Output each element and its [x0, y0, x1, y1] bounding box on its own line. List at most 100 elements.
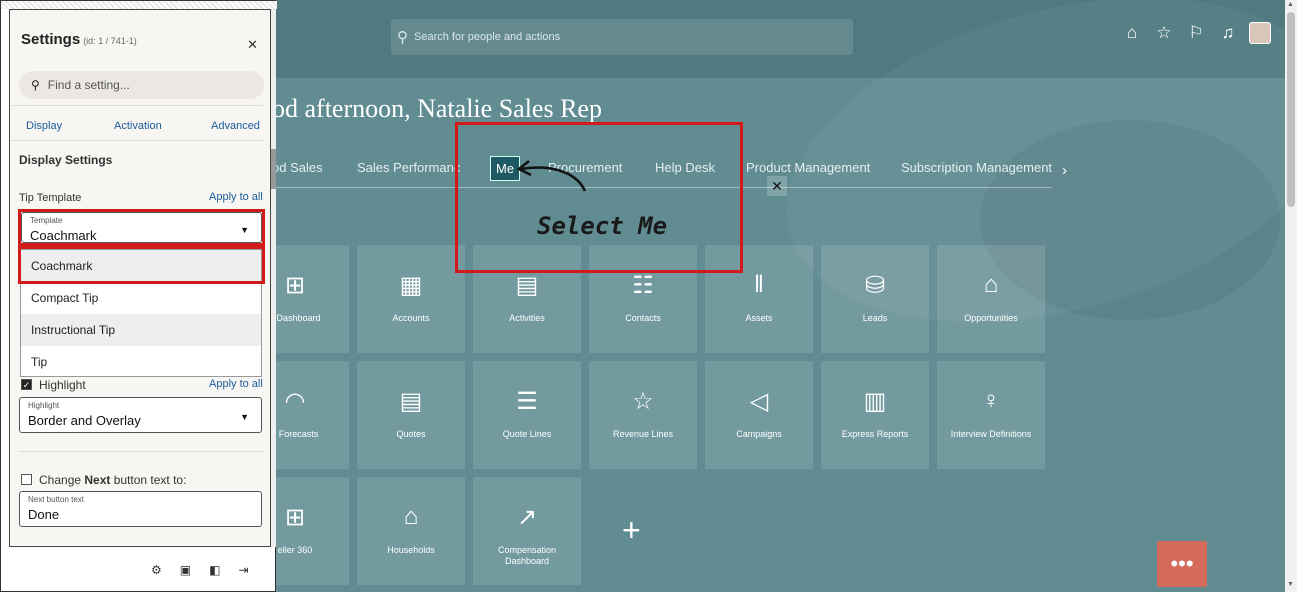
- highlight-value: Border and Overlay: [28, 413, 141, 428]
- option-instructional-tip[interactable]: Instructional Tip: [21, 314, 261, 346]
- search-icon: ⚲: [397, 29, 408, 46]
- tile-label: Quote Lines: [502, 429, 552, 439]
- home-icon[interactable]: ⌂: [1121, 23, 1143, 43]
- tile-label: Assets: [745, 313, 773, 323]
- coachmark-highlight-box: [455, 122, 743, 273]
- change-next-checkbox[interactable]: [21, 474, 32, 485]
- global-search-input[interactable]: ⚲ Search for people and actions: [391, 19, 853, 55]
- reports-icon: ▥: [863, 388, 887, 415]
- highlight-checkbox[interactable]: ✓: [21, 379, 32, 390]
- apply-to-all-link[interactable]: Apply to all: [209, 191, 263, 203]
- chat-icon[interactable]: •••: [1157, 541, 1207, 587]
- highlight-select[interactable]: Highlight Border and Overlay ▼: [19, 397, 262, 433]
- settings-title: Settings (id: 1 / 741-1): [21, 31, 137, 48]
- tile-label: Activities: [509, 313, 545, 323]
- divider: [19, 451, 264, 452]
- tab-display[interactable]: Display: [26, 120, 62, 132]
- tab-activation[interactable]: Activation: [114, 120, 162, 132]
- tile-leads[interactable]: ⛁ Leads: [821, 245, 929, 353]
- notifications-bell-icon[interactable]: ♫: [1217, 23, 1239, 43]
- tile-opportunities[interactable]: ⌂ Opportunities: [937, 245, 1045, 353]
- settings-title-text: Settings: [21, 31, 81, 48]
- lightbulb-icon: ♀: [982, 387, 1000, 414]
- leads-icon: ⛁: [864, 272, 886, 299]
- settings-tabs: Display Activation Advanced: [11, 105, 263, 141]
- settings-scroll-thumb[interactable]: [271, 149, 276, 189]
- tip-template-label: Tip Template: [19, 192, 82, 204]
- tab-product-management[interactable]: Product Management: [746, 160, 870, 175]
- house-icon: ⌂: [403, 503, 419, 530]
- change-next-bold: Next: [84, 473, 111, 487]
- scroll-down-arrow[interactable]: ▼: [1287, 581, 1294, 588]
- tile-label: Compensation Dashboard: [497, 545, 557, 566]
- option-compact-tip[interactable]: Compact Tip: [21, 282, 261, 314]
- change-next-prefix: Change: [39, 473, 85, 487]
- search-icon: ⚲: [31, 78, 40, 92]
- next-button-text-input[interactable]: Next button text Done: [19, 491, 262, 527]
- tile-label: Express Reports: [841, 429, 909, 439]
- chevron-right-icon[interactable]: ›: [1062, 162, 1067, 179]
- preview-icon[interactable]: ▣: [180, 563, 191, 577]
- tile-label: Households: [387, 545, 435, 555]
- flag-icon[interactable]: ⚐: [1185, 23, 1207, 43]
- megaphone-icon: ◁: [749, 388, 769, 415]
- settings-panel-frame: Settings (id: 1 / 741-1) ✕ ⚲ Find a setti…: [0, 0, 277, 592]
- apply-to-all-link[interactable]: Apply to all: [209, 378, 263, 390]
- tile-label: Opportunities: [964, 313, 1018, 323]
- panel-drag-handle[interactable]: [1, 1, 277, 9]
- tab-advanced[interactable]: Advanced: [211, 120, 260, 132]
- revenue-lines-icon: ☆: [632, 388, 654, 415]
- settings-id: (id: 1 / 741-1): [83, 36, 137, 46]
- tab-sales[interactable]: od Sales: [272, 160, 323, 175]
- tile-lightbulb[interactable]: ♀ Interview Definitions: [937, 361, 1045, 469]
- quote-lines-icon: ☰: [516, 388, 538, 415]
- tab-sales-performance[interactable]: Sales Performanc: [357, 160, 460, 175]
- compensation-icon: ↗: [516, 504, 538, 531]
- contacts-icon: ☷: [632, 272, 654, 299]
- settings-gear-icon[interactable]: ⚙: [151, 563, 162, 577]
- activities-icon: ▤: [515, 272, 539, 299]
- coachmark-close-icon[interactable]: ✕: [767, 176, 787, 196]
- user-avatar[interactable]: [1249, 22, 1271, 44]
- highlight-field-label: Highlight: [28, 401, 60, 410]
- caret-down-icon: ▼: [240, 225, 249, 235]
- quotes-icon: ▤: [399, 388, 423, 415]
- tile-reports[interactable]: ▥ Express Reports: [821, 361, 929, 469]
- next-value: Done: [28, 507, 60, 522]
- caret-down-icon: ▼: [240, 412, 249, 422]
- top-icons: ⌂ ☆ ⚐ ♫: [1121, 22, 1271, 44]
- change-next-suffix: button text to:: [110, 473, 187, 487]
- change-next-label: Change Next button text to:: [39, 473, 186, 487]
- tile-house[interactable]: ⌂ Households: [357, 477, 465, 585]
- scroll-up-arrow[interactable]: ▲: [1287, 1, 1294, 8]
- add-tile-plus-icon[interactable]: +: [622, 512, 641, 549]
- close-icon[interactable]: ✕: [247, 37, 258, 53]
- tile-label: Contacts: [625, 313, 661, 323]
- tile-label: Revenue Lines: [612, 429, 674, 439]
- coachmark-option-highlight-box: [18, 246, 265, 284]
- page-scrollbar[interactable]: ▲ ▼: [1285, 0, 1297, 592]
- highlight-label: Highlight: [39, 378, 86, 392]
- scrollbar-thumb[interactable]: [1287, 12, 1295, 207]
- tab-subscription-management[interactable]: Subscription Management: [901, 160, 1052, 175]
- exit-icon[interactable]: ⇥: [238, 563, 248, 577]
- building-icon: ▦: [399, 272, 423, 299]
- favorites-star-icon[interactable]: ☆: [1153, 23, 1175, 43]
- tile-compensation[interactable]: ↗ Compensation Dashboard: [473, 477, 581, 585]
- template-select[interactable]: Template Coachmark ▼: [21, 212, 262, 243]
- tile-megaphone[interactable]: ◁ Campaigns: [705, 361, 813, 469]
- tile-building[interactable]: ▦ Accounts: [357, 245, 465, 353]
- coachmark-arrow: [516, 160, 587, 192]
- tile-quotes[interactable]: ▤ Quotes: [357, 361, 465, 469]
- settings-search-input[interactable]: ⚲ Find a setting...: [19, 71, 264, 99]
- settings-scrollbar[interactable]: [271, 9, 276, 547]
- tile-label: Leads: [862, 313, 888, 323]
- template-value: Coachmark: [30, 228, 97, 243]
- panel-footer: ⚙ ▣ ◧ ⇥: [151, 563, 249, 577]
- tile-label: Campaigns: [736, 429, 782, 439]
- option-tip[interactable]: Tip: [21, 346, 261, 378]
- dock-panel-icon[interactable]: ◧: [209, 563, 220, 577]
- next-field-label: Next button text: [28, 495, 85, 504]
- tile-quote-lines[interactable]: ☰ Quote Lines: [473, 361, 581, 469]
- tile-revenue-lines[interactable]: ☆ Revenue Lines: [589, 361, 697, 469]
